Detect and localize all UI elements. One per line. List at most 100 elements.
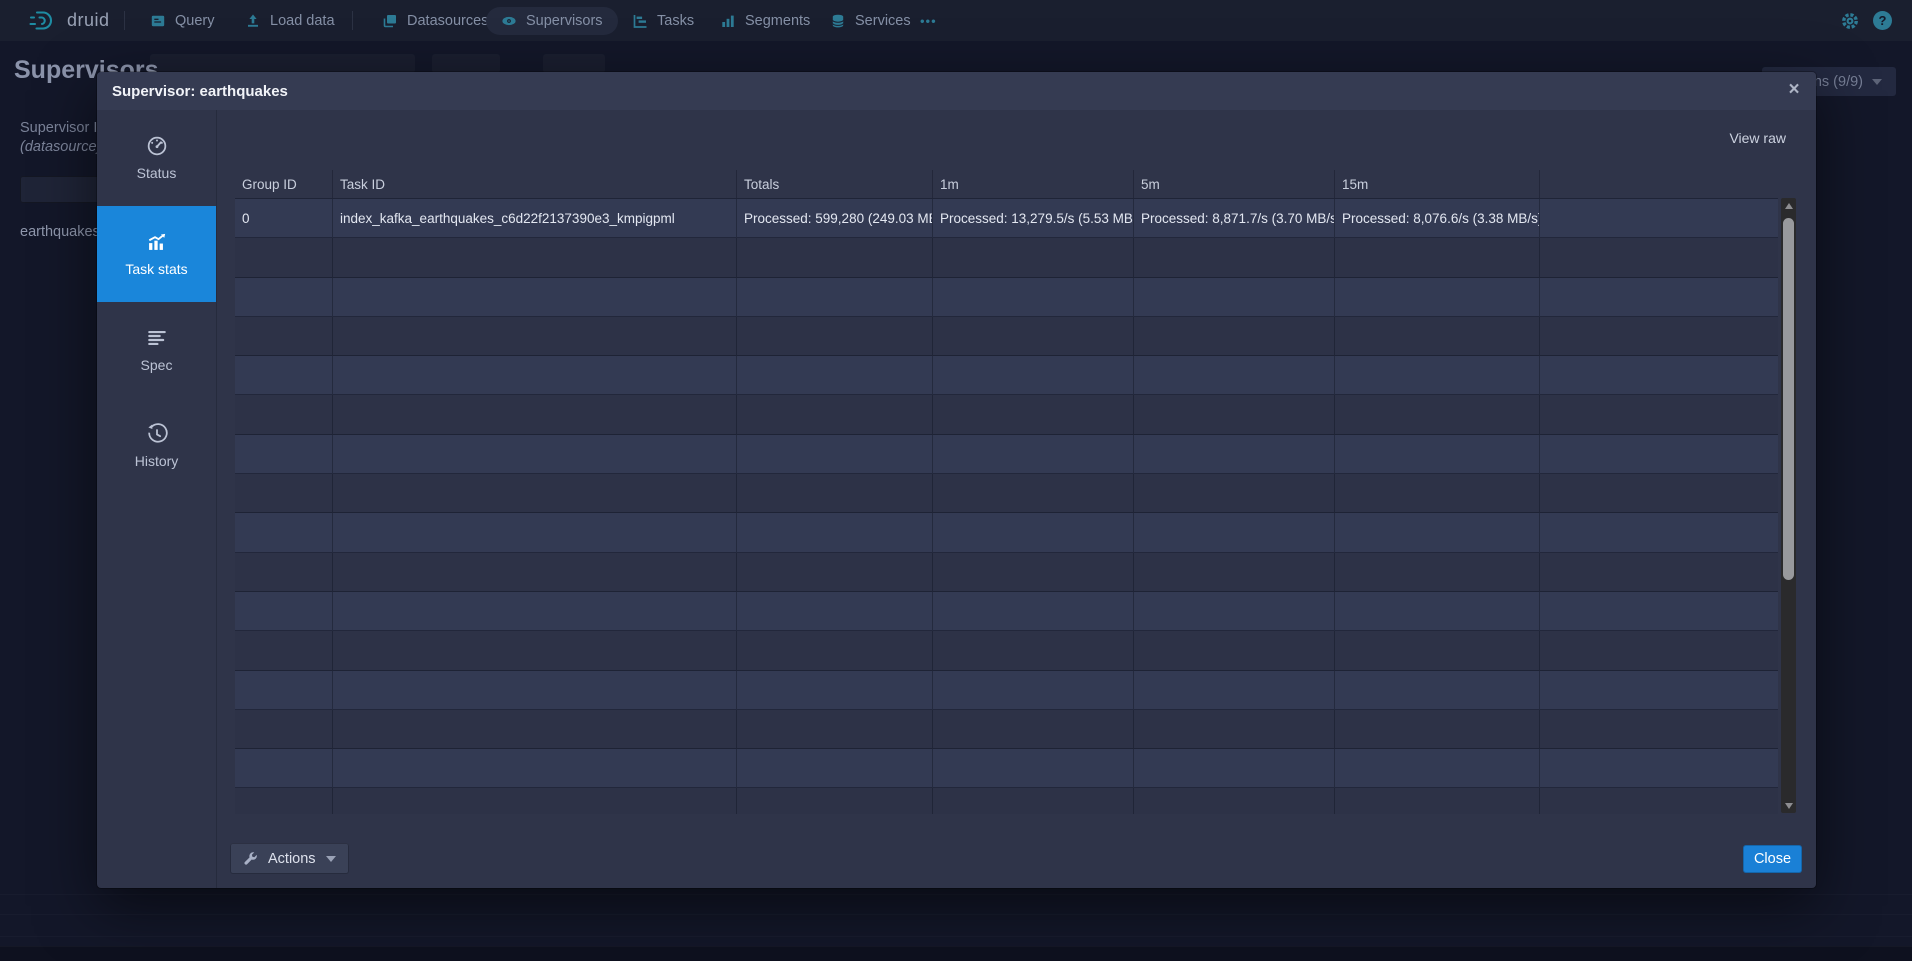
nav-more-button[interactable]: ••• [920,13,937,28]
column-header-blank [1540,170,1778,198]
supervisor-dialog: Supervisor: earthquakes × Status [97,72,1816,888]
cell-blank [1540,553,1778,592]
table-row-empty [235,631,1778,670]
scrollbar-up-arrow-icon[interactable] [1781,198,1796,213]
nav-item-tasks[interactable]: Tasks [632,13,694,29]
cell-blank [1134,553,1335,592]
bg-row-line [0,936,1912,937]
tab-label: Status [137,165,177,181]
bg-toolbar-button [543,54,605,73]
nav-item-load-data[interactable]: Load data [245,13,335,29]
tab-label: Task stats [125,261,187,277]
column-header-group-id[interactable]: Group ID [235,170,333,198]
vertical-scrollbar[interactable] [1781,198,1796,813]
cell-blank [1335,513,1540,552]
dialog-body: Status Task stats [97,110,1816,888]
cell-blank [235,710,333,749]
cell-blank [333,513,737,552]
tab-spec[interactable]: Spec [97,302,216,398]
scrollbar-thumb[interactable] [1783,218,1794,580]
cell-blank [235,435,333,474]
nav-item-supervisors[interactable]: Supervisors [486,7,618,35]
cell-blank [1134,278,1335,317]
upload-icon [245,13,261,29]
column-header-totals[interactable]: Totals [737,170,933,198]
table-row-empty [235,474,1778,513]
view-raw-link[interactable]: View raw [1729,130,1786,146]
nav-item-segments[interactable]: Segments [720,13,810,29]
cell-blank [1540,474,1778,513]
nav-item-label: Services [855,13,911,29]
tab-history[interactable]: History [97,398,216,494]
cell-blank [933,631,1134,670]
cell-blank [933,788,1134,814]
cell-blank [235,671,333,710]
cell-blank [1540,356,1778,395]
cell-blank [235,592,333,631]
cell-blank [933,513,1134,552]
cell-blank [933,592,1134,631]
task-stats-table: Group ID Task ID Totals 1m 5m 15m 0 inde… [235,170,1796,813]
cell-blank [1134,631,1335,670]
dialog-header: Supervisor: earthquakes × [97,72,1816,110]
cell-blank [1540,592,1778,631]
nav-item-services[interactable]: Services [830,13,911,29]
table-row-empty [235,356,1778,395]
nav-item-datasources[interactable]: Datasources [382,13,488,29]
cell-blank [1335,395,1540,434]
table-row-empty [235,553,1778,592]
top-nav: druid Query Load data Datasources [0,0,1912,41]
table-row-empty [235,278,1778,317]
cell-blank [235,749,333,788]
column-header-15m[interactable]: 15m [1335,170,1540,198]
cell-totals: Processed: 599,280 (249.03 MB) [737,199,933,238]
console-icon [150,13,166,29]
cell-blank [737,278,933,317]
dialog-title: Supervisor: earthquakes [112,83,288,100]
cell-blank [235,395,333,434]
cell-blank [1134,356,1335,395]
bg-column-subheader: (datasource) [20,139,101,155]
nav-item-label: Datasources [407,13,488,29]
cell-blank [737,788,933,814]
column-header-1m[interactable]: 1m [933,170,1134,198]
scrollbar-down-arrow-icon[interactable] [1781,798,1796,813]
cell-blank [235,238,333,277]
nav-item-query[interactable]: Query [150,13,215,29]
tab-status[interactable]: Status [97,110,216,206]
cell-blank [1335,671,1540,710]
bg-datasource-cell: earthquakes [20,224,100,240]
table-row-empty [235,513,1778,552]
close-button[interactable]: Close [1743,845,1802,873]
cell-blank [737,474,933,513]
cell-blank [1335,238,1540,277]
tab-task-stats[interactable]: Task stats [97,206,216,302]
cell-blank [933,238,1134,277]
help-question-mark: ? [1879,13,1887,28]
cell-blank [1540,317,1778,356]
close-icon[interactable]: × [1780,76,1808,104]
nav-item-label: Load data [270,13,335,29]
help-icon[interactable]: ? [1873,11,1892,30]
bg-row-line [0,914,1912,915]
bar-chart-icon [720,13,736,29]
druid-logo[interactable]: druid [28,9,110,33]
cell-blank [1335,788,1540,814]
nav-item-label: Segments [745,13,810,29]
settings-gear-icon[interactable] [1840,11,1860,31]
wrench-icon [243,851,258,866]
actions-button[interactable]: Actions [230,843,349,874]
cell-blank [933,474,1134,513]
cell-blank [235,317,333,356]
cell-blank [1540,395,1778,434]
column-header-5m[interactable]: 5m [1134,170,1335,198]
cell-blank [1335,435,1540,474]
tab-label: Spec [141,357,173,373]
column-header-task-id[interactable]: Task ID [333,170,737,198]
table-row-empty [235,710,1778,749]
dialog-side-tabs: Status Task stats [97,110,217,888]
cell-blank [1540,513,1778,552]
cell-blank [1134,317,1335,356]
table-body: 0 index_kafka_earthquakes_c6d22f2137390e… [235,199,1778,814]
cell-blank [333,553,737,592]
